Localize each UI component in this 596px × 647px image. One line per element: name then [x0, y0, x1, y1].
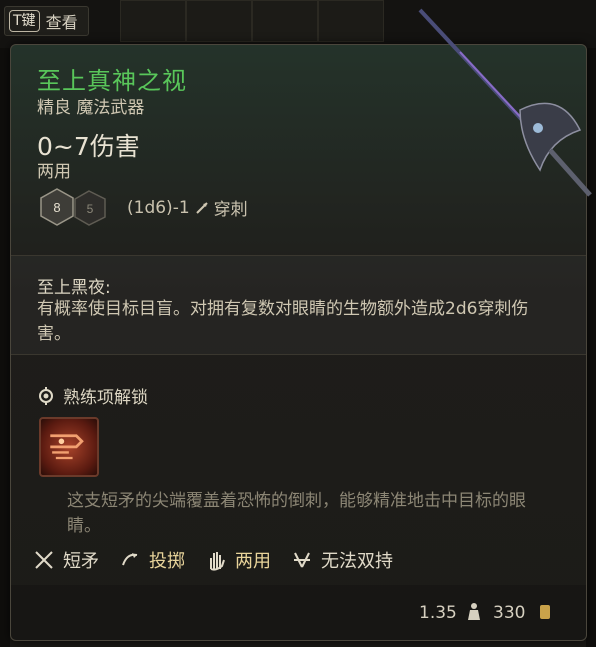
- inventory-slot[interactable]: [252, 0, 318, 42]
- piercing-strike-icon: [50, 434, 84, 460]
- item-weight: 1.35: [419, 603, 457, 623]
- property-label: 短矛: [63, 551, 99, 572]
- skill-icon[interactable]: [39, 417, 99, 477]
- passive-name: 至上黑夜:: [37, 278, 111, 298]
- examine-hotkey-hint[interactable]: T键 查看: [4, 6, 89, 36]
- property-short-spear[interactable]: 短矛: [33, 547, 99, 573]
- gold-coin-icon: [540, 605, 550, 619]
- damage-dice-icon: 8 5: [40, 188, 106, 226]
- item-name: 至上真神之视: [37, 67, 187, 95]
- background-left-edge: [0, 48, 10, 647]
- property-versatile[interactable]: 两用: [205, 547, 271, 573]
- flavor-text: 这支短矛的尖端覆盖着恐怖的倒刺，能够精准地击中目标的眼睛。: [67, 491, 526, 536]
- pierce-icon: [195, 201, 208, 214]
- item-rarity-type: 精良 魔法武器: [37, 98, 145, 118]
- item-handedness: 两用: [37, 162, 71, 182]
- property-label: 无法双持: [321, 551, 393, 572]
- dice-formula-row: (1d6)-1 穿刺: [127, 195, 248, 221]
- inventory-slot[interactable]: [120, 0, 186, 42]
- hotkey-key: T键: [9, 10, 40, 32]
- spear-artwork: [418, 8, 592, 197]
- hand-icon: [210, 552, 225, 571]
- dice-formula: (1d6)-1: [127, 197, 190, 218]
- damage-type: 穿刺: [213, 200, 248, 220]
- property-no-dual-wield[interactable]: 无法双持: [291, 547, 393, 573]
- divider: [11, 354, 586, 355]
- property-label: 投掷: [149, 551, 185, 572]
- inventory-slot[interactable]: [318, 0, 384, 42]
- proficiency-unlock-label: 熟练项解锁: [63, 388, 148, 408]
- die-face-secondary: 5: [87, 202, 94, 216]
- weight-icon: [468, 603, 480, 620]
- inventory-slot[interactable]: [186, 0, 252, 42]
- proficiency-unlock-header: 熟练项解锁: [37, 383, 148, 408]
- passive-description: 有概率使目标目盲。对拥有复数对眼睛的生物额外造成2d6穿刺伤害。: [37, 299, 529, 344]
- property-thrown[interactable]: 投掷: [119, 547, 185, 573]
- hotkey-label: 查看: [45, 13, 78, 32]
- crossed-spears-icon: [35, 551, 53, 569]
- property-label: 两用: [235, 551, 271, 572]
- proficiency-icon: [39, 386, 53, 405]
- weapon-properties: 短矛 投掷 两用 无法双持: [33, 547, 393, 573]
- throw-icon: [122, 553, 138, 566]
- die-face-primary: 8: [53, 200, 60, 215]
- item-price: 330: [493, 603, 526, 623]
- no-dual-wield-icon: [294, 552, 310, 568]
